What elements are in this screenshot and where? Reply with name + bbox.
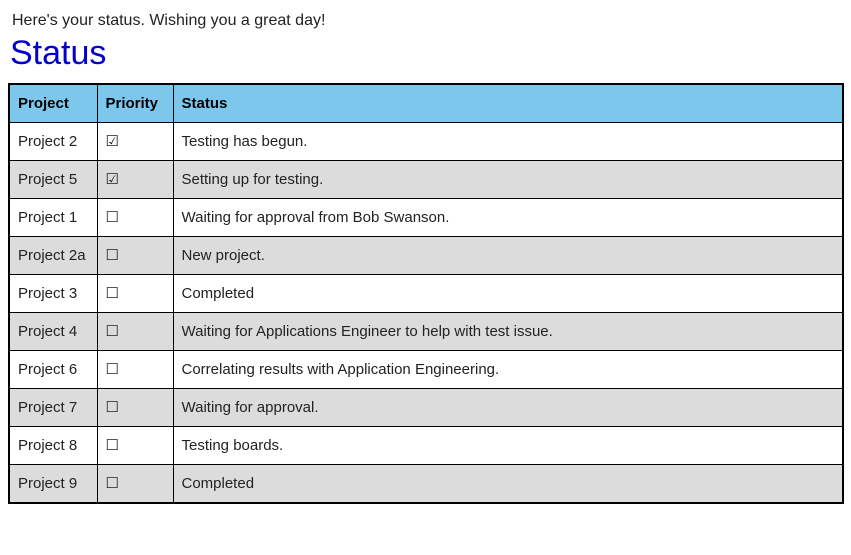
- checkbox-icon: ☑: [106, 172, 119, 187]
- status-table-body: Project 2 ☑ Testing has begun. Project 5…: [9, 123, 843, 504]
- col-header-priority: Priority: [97, 84, 173, 123]
- table-row: Project 5 ☑ Setting up for testing.: [9, 161, 843, 199]
- checkbox-icon: ☐: [106, 248, 119, 263]
- intro-text: Here's your status. Wishing you a great …: [12, 12, 843, 30]
- cell-priority: ☐: [97, 275, 173, 313]
- cell-status: Waiting for Applications Engineer to hel…: [173, 313, 843, 351]
- cell-priority: ☐: [97, 237, 173, 275]
- checkbox-icon: ☐: [106, 400, 119, 415]
- checkbox-icon: ☐: [106, 286, 119, 301]
- table-row: Project 9 ☐ Completed: [9, 465, 843, 504]
- checkbox-icon: ☐: [106, 476, 119, 491]
- cell-status: New project.: [173, 237, 843, 275]
- checkbox-icon: ☐: [106, 362, 119, 377]
- table-row: Project 3 ☐ Completed: [9, 275, 843, 313]
- cell-project: Project 7: [9, 389, 97, 427]
- checkbox-icon: ☑: [106, 134, 119, 149]
- cell-priority: ☐: [97, 427, 173, 465]
- checkbox-icon: ☐: [106, 210, 119, 225]
- cell-status: Waiting for approval from Bob Swanson.: [173, 199, 843, 237]
- table-row: Project 1 ☐ Waiting for approval from Bo…: [9, 199, 843, 237]
- cell-project: Project 3: [9, 275, 97, 313]
- cell-priority: ☑: [97, 123, 173, 161]
- table-header-row: Project Priority Status: [9, 84, 843, 123]
- cell-project: Project 2: [9, 123, 97, 161]
- cell-project: Project 8: [9, 427, 97, 465]
- cell-project: Project 1: [9, 199, 97, 237]
- cell-status: Testing has begun.: [173, 123, 843, 161]
- table-row: Project 8 ☐ Testing boards.: [9, 427, 843, 465]
- cell-status: Testing boards.: [173, 427, 843, 465]
- table-row: Project 2 ☑ Testing has begun.: [9, 123, 843, 161]
- table-row: Project 6 ☐ Correlating results with App…: [9, 351, 843, 389]
- cell-priority: ☐: [97, 389, 173, 427]
- cell-project: Project 4: [9, 313, 97, 351]
- cell-status: Completed: [173, 465, 843, 504]
- cell-priority: ☐: [97, 351, 173, 389]
- checkbox-icon: ☐: [106, 438, 119, 453]
- cell-status: Correlating results with Application Eng…: [173, 351, 843, 389]
- cell-project: Project 9: [9, 465, 97, 504]
- col-header-project: Project: [9, 84, 97, 123]
- cell-project: Project 5: [9, 161, 97, 199]
- cell-priority: ☐: [97, 465, 173, 504]
- cell-status: Setting up for testing.: [173, 161, 843, 199]
- cell-priority: ☐: [97, 313, 173, 351]
- col-header-status: Status: [173, 84, 843, 123]
- cell-status: Completed: [173, 275, 843, 313]
- cell-project: Project 6: [9, 351, 97, 389]
- cell-project: Project 2a: [9, 237, 97, 275]
- cell-priority: ☐: [97, 199, 173, 237]
- table-row: Project 7 ☐ Waiting for approval.: [9, 389, 843, 427]
- cell-status: Waiting for approval.: [173, 389, 843, 427]
- status-table: Project Priority Status Project 2 ☑ Test…: [8, 83, 844, 504]
- table-row: Project 2a ☐ New project.: [9, 237, 843, 275]
- page-title: Status: [10, 34, 843, 73]
- checkbox-icon: ☐: [106, 324, 119, 339]
- table-row: Project 4 ☐ Waiting for Applications Eng…: [9, 313, 843, 351]
- cell-priority: ☑: [97, 161, 173, 199]
